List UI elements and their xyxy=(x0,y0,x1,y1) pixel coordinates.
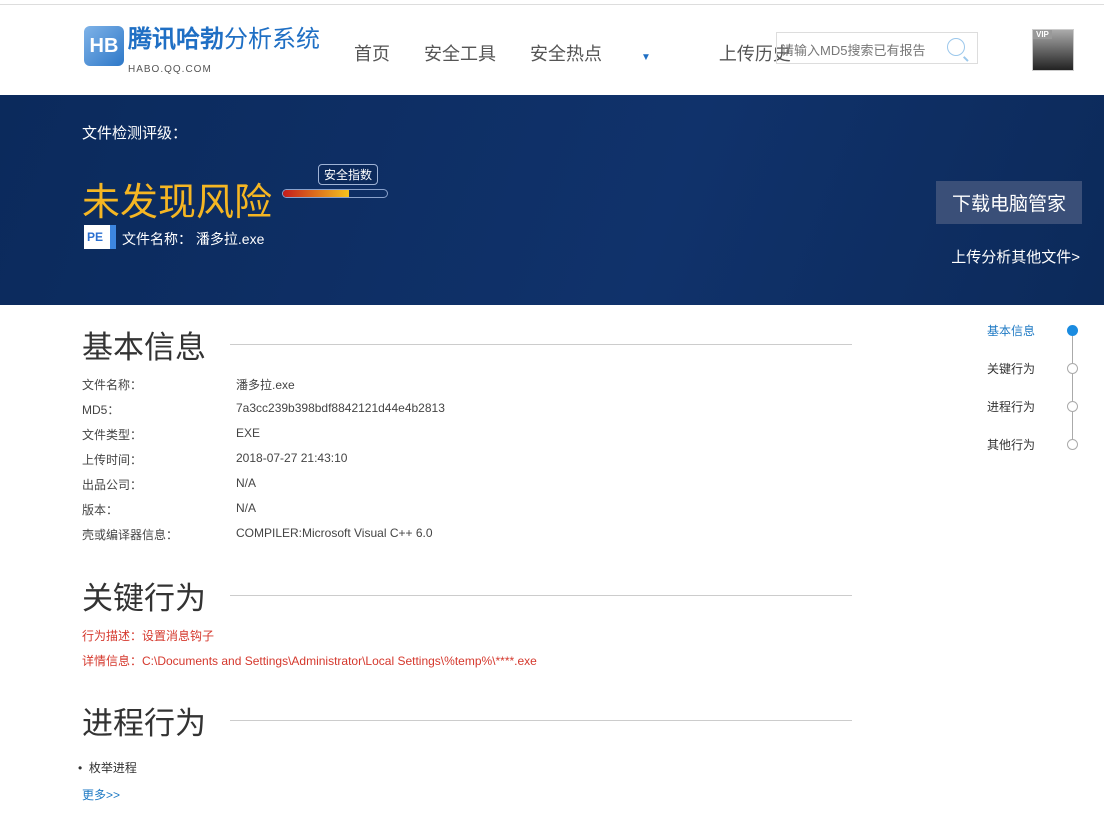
side-nav-line xyxy=(1072,328,1073,444)
info-value: 潘多拉.exe xyxy=(236,378,295,392)
info-row: 文件名称： 潘多拉.exe xyxy=(82,376,295,393)
info-row: 出品公司： N/A xyxy=(82,476,256,493)
side-nav-other-behavior[interactable]: 其他行为 xyxy=(987,436,1035,453)
behavior-detail: 详情信息：C:\Documents and Settings\Administr… xyxy=(82,654,537,668)
logo-title-light: 分析系统 xyxy=(224,26,320,53)
nav-security-tools[interactable]: 安全工具 xyxy=(424,40,496,66)
search-icon[interactable] xyxy=(947,38,965,56)
list-item: • 枚举进程 xyxy=(78,761,137,775)
safety-index-fill xyxy=(283,190,349,197)
caret-down-icon: ▼ xyxy=(641,52,651,63)
section-basic-info: 基本信息 xyxy=(82,322,852,367)
info-value: N/A xyxy=(236,501,257,515)
info-key: 出品公司： xyxy=(82,478,143,492)
info-key: 版本： xyxy=(82,503,119,517)
info-row: 上传时间： 2018-07-27 21:43:10 xyxy=(82,451,347,468)
side-nav-dot-active[interactable] xyxy=(1067,325,1078,336)
nav-security-hot[interactable]: 安全热点 ▼ xyxy=(530,40,685,66)
more-link[interactable]: 更多>> xyxy=(82,786,120,803)
vip-badge: VIP xyxy=(1033,30,1052,39)
search-placeholder: 请输入MD5搜索已有报告 xyxy=(781,43,926,58)
side-nav-dot[interactable] xyxy=(1067,401,1078,412)
section-title: 进程行为 xyxy=(82,706,206,741)
info-value: 2018-07-27 21:43:10 xyxy=(236,451,348,465)
section-title: 关键行为 xyxy=(82,581,206,616)
safety-index-tooltip: 安全指数 xyxy=(318,164,379,185)
download-pc-manager-button[interactable]: 下载电脑管家 xyxy=(935,181,1082,224)
nav-security-hot-label: 安全热点 xyxy=(530,44,602,64)
info-value: N/A xyxy=(236,476,257,490)
info-key: 文件类型： xyxy=(82,428,143,442)
section-key-behavior: 关键行为 xyxy=(82,573,852,618)
list-item-label: 枚举进程 xyxy=(88,761,137,775)
side-nav-dot[interactable] xyxy=(1067,439,1078,450)
info-value: COMPILER:Microsoft Visual C++ 6.0 xyxy=(236,526,433,540)
side-nav-dot[interactable] xyxy=(1067,363,1078,374)
result-banner: 文件检测评级： 未发现风险 安全指数 PE 文件名称： 潘多拉.exe 下载电脑… xyxy=(0,95,1104,305)
info-row: 文件类型： EXE xyxy=(82,426,260,443)
file-name-label: 文件名称： xyxy=(122,231,192,247)
md5-search-input[interactable]: 请输入MD5搜索已有报告 xyxy=(776,32,978,64)
info-row: MD5： 7a3cc239b398bdf8842121d44e4b2813 xyxy=(82,401,445,418)
info-key: MD5： xyxy=(82,403,120,417)
side-nav-key-behavior[interactable]: 关键行为 xyxy=(987,360,1035,377)
main-nav: 首页 安全工具 安全热点 ▼ 上传历史 xyxy=(354,40,825,66)
divider xyxy=(230,344,852,345)
logo-title-bold: 腾讯哈勃 xyxy=(128,26,224,53)
behavior-description: 行为描述：设置消息钩子 xyxy=(82,629,215,643)
section-process-behavior: 进程行为 xyxy=(82,698,852,743)
divider xyxy=(230,720,852,721)
info-row: 版本： N/A xyxy=(82,501,256,518)
rating-label: 文件检测评级： xyxy=(82,125,188,142)
risk-level: 未发现风险 xyxy=(82,182,273,224)
pe-file-icon: PE xyxy=(84,225,116,249)
safety-index-bar xyxy=(282,189,388,198)
info-key: 壳或编译器信息： xyxy=(82,528,179,542)
logo-subtitle: HABO.QQ.COM xyxy=(128,64,212,75)
nav-home[interactable]: 首页 xyxy=(354,40,390,66)
info-value: 7a3cc239b398bdf8842121d44e4b2813 xyxy=(236,401,445,415)
top-border xyxy=(0,4,1104,5)
logo[interactable]: HB 腾讯哈勃分析系统 HABO.QQ.COM xyxy=(84,26,320,75)
side-nav-basic-info[interactable]: 基本信息 xyxy=(987,322,1035,339)
upload-other-link[interactable]: 上传分析其他文件> xyxy=(951,246,1080,267)
info-key: 上传时间： xyxy=(82,453,143,467)
info-key: 文件名称： xyxy=(82,378,143,392)
logo-cube-icon: HB xyxy=(84,26,124,66)
info-row: 壳或编译器信息： COMPILER:Microsoft Visual C++ 6.… xyxy=(82,526,433,543)
divider xyxy=(230,595,852,596)
info-value: EXE xyxy=(236,426,261,440)
file-name-line: 文件名称： 潘多拉.exe xyxy=(122,229,264,249)
avatar[interactable]: VIP xyxy=(1032,29,1074,71)
side-nav-process-behavior[interactable]: 进程行为 xyxy=(987,398,1035,415)
section-title: 基本信息 xyxy=(82,330,206,365)
file-name-value: 潘多拉.exe xyxy=(195,231,265,247)
